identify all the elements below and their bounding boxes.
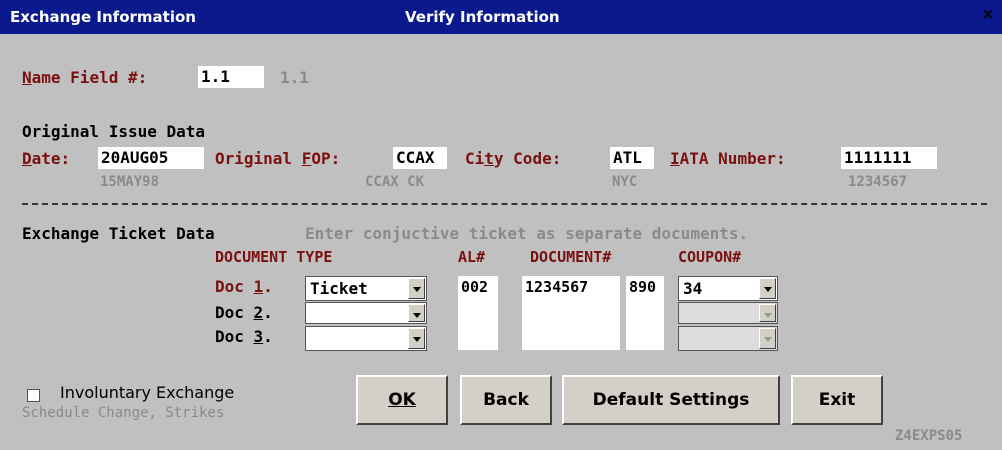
name-field-original: 1.1 <box>280 68 309 87</box>
city-code-input[interactable]: ATL <box>610 147 654 169</box>
exit-button-label: Exit <box>818 390 856 410</box>
document-number-field[interactable]: 1234567 <box>522 276 620 350</box>
back-button-label: Back <box>483 390 529 410</box>
ok-button-label: OK <box>388 390 416 410</box>
chevron-down-icon[interactable] <box>759 278 776 299</box>
doc-2-label: Doc 2. <box>215 303 273 322</box>
col-al: AL# <box>458 248 486 266</box>
fop-label: Original FOP: <box>215 149 341 168</box>
col-document: DOCUMENT# <box>530 248 612 266</box>
doc-1-type-value: Ticket <box>310 279 368 298</box>
exit-button[interactable]: Exit <box>791 375 883 425</box>
doc-1-coupon-select[interactable]: 34 <box>678 276 778 301</box>
doc-1-al: 002 <box>461 278 489 296</box>
window-title: Exchange Information <box>10 8 196 26</box>
chevron-down-icon[interactable] <box>408 328 425 349</box>
exchange-heading: Exchange Ticket Data <box>22 224 215 243</box>
doc-1-document: 1234567 <box>525 278 589 296</box>
involuntary-exchange-checkbox[interactable] <box>27 389 40 402</box>
iata-original: 1234567 <box>848 174 908 190</box>
name-field-label: Name Field #: <box>22 68 148 87</box>
col-coupon: COUPON# <box>678 248 742 266</box>
document-check-field[interactable]: 890 <box>626 276 664 350</box>
default-settings-button[interactable]: Default Settings <box>562 375 780 425</box>
iata-input[interactable]: 1111111 <box>841 147 937 169</box>
doc-3-type-select[interactable] <box>305 326 427 351</box>
date-input[interactable]: 20AUG05 <box>98 147 204 169</box>
fop-input[interactable]: CCAX <box>393 147 447 169</box>
city-code-original: NYC <box>612 174 638 190</box>
title-bar: Exchange Information Verify Information … <box>0 0 1002 34</box>
doc-1-type-select[interactable]: Ticket <box>305 276 427 301</box>
involuntary-exchange-sub: Schedule Change, Strikes <box>22 405 225 421</box>
doc-3-label: Doc 3. <box>215 327 273 346</box>
section-divider <box>22 203 987 205</box>
default-settings-button-label: Default Settings <box>592 390 750 410</box>
doc-2-type-select[interactable] <box>305 302 427 324</box>
back-button[interactable]: Back <box>460 375 552 425</box>
chevron-down-icon[interactable] <box>759 304 776 322</box>
fop-original: CCAX CK <box>365 174 425 190</box>
exchange-hint: Enter conjuctive ticket as separate docu… <box>305 224 749 243</box>
chevron-down-icon[interactable] <box>759 328 776 349</box>
screen-id: Z4EXPS05 <box>895 428 963 444</box>
doc-1-label: Doc 1. <box>215 277 273 296</box>
chevron-down-icon[interactable] <box>408 278 425 299</box>
al-number-field[interactable]: 002 <box>458 276 498 350</box>
chevron-down-icon[interactable] <box>408 304 425 322</box>
close-icon[interactable]: × <box>980 6 996 22</box>
ok-button[interactable]: OK <box>356 375 448 425</box>
involuntary-exchange-label: Involuntary Exchange <box>60 383 235 402</box>
col-doc-type: DOCUMENT TYPE <box>215 248 333 266</box>
date-label: Date: <box>22 149 71 168</box>
doc-1-doc2: 890 <box>629 278 657 296</box>
date-original: 15MAY98 <box>100 174 160 190</box>
original-issue-heading: Original Issue Data <box>22 122 206 141</box>
name-field-input[interactable]: 1.1 <box>198 66 264 88</box>
doc-1-coupon-value: 34 <box>683 279 703 298</box>
doc-3-coupon-select[interactable] <box>678 326 778 351</box>
doc-2-coupon-select[interactable] <box>678 302 778 324</box>
city-code-label: City Code: <box>465 149 562 168</box>
window-subtitle: Verify Information <box>405 8 560 26</box>
iata-label: IATA Number: <box>670 149 786 168</box>
